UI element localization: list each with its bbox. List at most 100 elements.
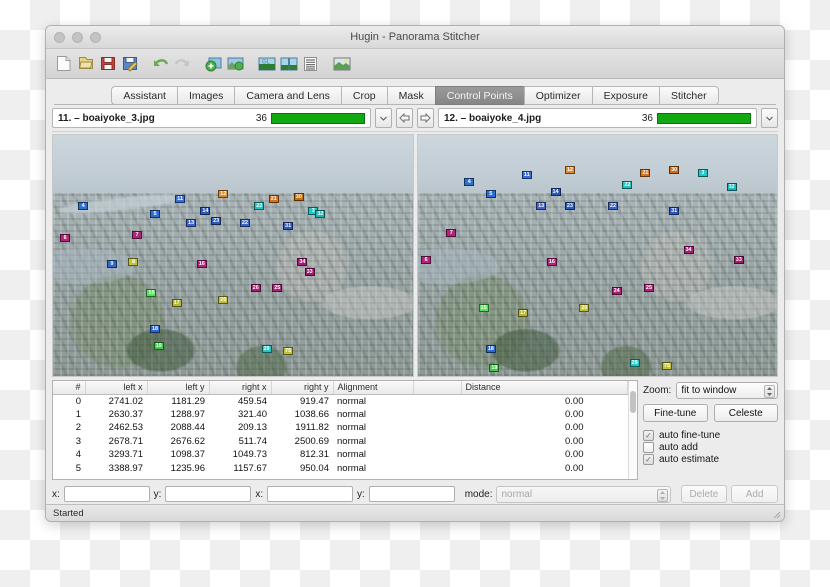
close-button[interactable]: [54, 32, 65, 43]
control-point-marker-left-32[interactable]: 32: [315, 209, 326, 218]
tab-images[interactable]: Images: [176, 86, 235, 105]
control-point-marker-left-5[interactable]: 5: [150, 209, 161, 218]
save-project-icon[interactable]: [98, 54, 117, 73]
left-image-field[interactable]: 11. – boaiyoke_3.jpg 36: [52, 108, 371, 128]
column-alignment[interactable]: Alignment: [333, 381, 414, 395]
control-point-marker-right-14[interactable]: 14: [550, 188, 561, 197]
control-point-marker-left-34[interactable]: 34: [297, 257, 308, 266]
control-point-marker-left-17[interactable]: 17: [171, 298, 182, 307]
auto-add-row[interactable]: auto add: [643, 442, 778, 453]
control-point-marker-right-16[interactable]: 16: [546, 257, 557, 266]
control-point-marker-left-30[interactable]: 30: [293, 192, 304, 201]
tab-mask[interactable]: Mask: [386, 86, 435, 105]
add-button[interactable]: Add: [731, 485, 778, 503]
control-point-marker-right-19[interactable]: 19: [489, 363, 500, 372]
show-list-icon[interactable]: [301, 54, 320, 73]
table-scrollbar-thumb[interactable]: [630, 391, 636, 413]
auto-estimate-checkbox[interactable]: ✓: [643, 454, 654, 465]
control-point-marker-left-12[interactable]: 12: [218, 190, 229, 199]
right-y-input[interactable]: [368, 486, 455, 502]
column-right-x[interactable]: right x: [209, 381, 272, 395]
zoom-button[interactable]: [90, 32, 101, 43]
control-point-marker-right-22[interactable]: 22: [622, 180, 633, 189]
control-point-marker-left-9[interactable]: 9: [106, 260, 117, 269]
new-project-icon[interactable]: [54, 54, 73, 73]
control-point-marker-right-32[interactable]: 32: [726, 183, 737, 192]
control-point-marker-left-29[interactable]: 29: [261, 344, 272, 353]
control-point-marker-left-14[interactable]: 14: [200, 207, 211, 216]
control-point-marker-right-24[interactable]: 24: [611, 286, 622, 295]
control-point-marker-left-16[interactable]: 16: [196, 260, 207, 269]
tab-assistant[interactable]: Assistant: [111, 86, 177, 105]
previous-image-button[interactable]: [396, 108, 413, 128]
auto-estimate-row[interactable]: ✓ auto estimate: [643, 454, 778, 465]
control-point-marker-left-15[interactable]: 15: [146, 289, 157, 298]
control-point-marker-right-12[interactable]: 12: [564, 166, 575, 175]
control-point-marker-right-34[interactable]: 34: [683, 245, 694, 254]
delete-button[interactable]: Delete: [680, 485, 728, 503]
column-right-y[interactable]: right y: [271, 381, 334, 395]
right-image-preview[interactable]: 4 11 12 5 14 21 30 3 22 32 13 23 22 31 7 6 16 34 33 15 17 20 2…: [416, 134, 778, 377]
control-point-marker-left-23[interactable]: 23: [211, 216, 222, 225]
tab-control-points[interactable]: Control Points: [434, 86, 524, 105]
table-row[interactable]: 5 3388.97 1235.96 1157.67 950.04 normal 0.00: [53, 462, 628, 476]
control-point-marker-right-18[interactable]: 18: [485, 344, 496, 353]
control-points-table[interactable]: # left x left y right x right y Alignmen…: [53, 381, 628, 475]
control-point-marker-right-22[interactable]: 22: [608, 202, 619, 211]
control-point-marker-right-17[interactable]: 17: [518, 308, 529, 317]
mode-stepper-icon[interactable]: [656, 488, 668, 502]
align-images-icon[interactable]: GL: [257, 54, 276, 73]
control-point-marker-left-20[interactable]: 20: [218, 296, 229, 305]
auto-fine-tune-row[interactable]: ✓ auto fine-tune: [643, 430, 778, 441]
add-image-variant-icon[interactable]: [226, 54, 245, 73]
preview-panorama-icon[interactable]: [332, 54, 351, 73]
control-point-marker-right-11[interactable]: 11: [521, 171, 532, 180]
next-image-button[interactable]: [417, 108, 434, 128]
table-row[interactable]: 3 2678.71 2676.62 511.74 2500.69 normal 0.00: [53, 435, 628, 449]
minimize-button[interactable]: [72, 32, 83, 43]
save-as-project-icon[interactable]: [120, 54, 139, 73]
control-point-marker-right-15[interactable]: 15: [478, 303, 489, 312]
control-point-marker-left-22[interactable]: 22: [254, 202, 265, 211]
control-point-marker-right-33[interactable]: 33: [733, 255, 744, 264]
control-point-marker-right-23[interactable]: 23: [564, 202, 575, 211]
control-point-marker-right-75[interactable]: 75: [661, 361, 672, 370]
control-point-marker-right-5[interactable]: 5: [485, 190, 496, 199]
column-left-y[interactable]: left y: [147, 381, 210, 395]
control-point-marker-left-4[interactable]: 4: [78, 202, 89, 211]
tab-camera-and-lens[interactable]: Camera and Lens: [234, 86, 341, 105]
control-point-marker-right-29[interactable]: 29: [629, 359, 640, 368]
mode-select[interactable]: normal: [496, 485, 671, 503]
tab-exposure[interactable]: Exposure: [591, 86, 659, 105]
redo-icon[interactable]: [173, 54, 192, 73]
table-row[interactable]: 1 2630.37 1288.97 321.40 1038.66 normal 0.00: [53, 408, 628, 422]
zoom-select[interactable]: fit to window: [676, 382, 778, 399]
table-row[interactable]: 0 2741.02 1181.29 459.54 919.47 normal 0.00: [53, 394, 628, 408]
add-images-icon[interactable]: [204, 54, 223, 73]
left-x-input[interactable]: [63, 486, 150, 502]
control-point-marker-left-21[interactable]: 21: [268, 195, 279, 204]
control-point-marker-right-4[interactable]: 4: [464, 178, 475, 187]
tab-crop[interactable]: Crop: [340, 86, 387, 105]
left-y-input[interactable]: [165, 486, 252, 502]
control-point-marker-left-33[interactable]: 33: [304, 267, 315, 276]
control-point-marker-right-3[interactable]: 3: [697, 168, 708, 177]
table-row[interactable]: 4 3293.71 1098.37 1049.73 812.31 normal 0.00: [53, 448, 628, 462]
auto-fine-tune-checkbox[interactable]: ✓: [643, 430, 654, 441]
control-point-marker-right-13[interactable]: 13: [536, 202, 547, 211]
control-point-marker-right-25[interactable]: 25: [643, 284, 654, 293]
column-distance[interactable]: Distance: [461, 381, 628, 395]
left-image-dropdown[interactable]: [375, 108, 392, 128]
table-row[interactable]: 2 2462.53 2088.44 209.13 1911.82 normal 0.00: [53, 421, 628, 435]
create-panorama-icon[interactable]: [279, 54, 298, 73]
undo-icon[interactable]: [151, 54, 170, 73]
control-point-marker-right-6[interactable]: 6: [421, 255, 432, 264]
column-spacer[interactable]: [413, 381, 462, 395]
control-point-marker-left-13[interactable]: 13: [186, 219, 196, 228]
zoom-stepper-icon[interactable]: [764, 385, 775, 398]
open-project-icon[interactable]: [76, 54, 95, 73]
control-point-marker-left-18[interactable]: 18: [150, 325, 161, 334]
control-point-marker-left-11[interactable]: 11: [175, 195, 186, 204]
column-left-x[interactable]: left x: [85, 381, 148, 395]
control-point-marker-left-6[interactable]: 6: [60, 233, 71, 242]
